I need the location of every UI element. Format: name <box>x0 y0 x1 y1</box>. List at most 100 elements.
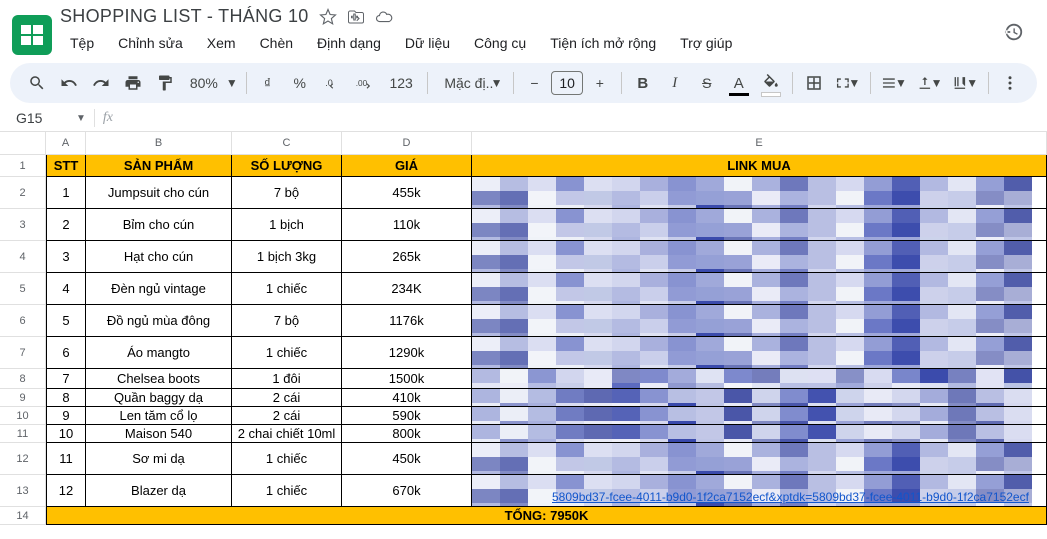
row-header[interactable]: 6 <box>0 305 46 337</box>
row-header[interactable]: 2 <box>0 177 46 209</box>
cell[interactable]: TỔNG: 7950K <box>46 507 1047 525</box>
cell[interactable]: 1 đôi <box>232 369 342 389</box>
font-size-increase[interactable]: + <box>585 68 615 98</box>
menu-xem[interactable]: Xem <box>197 31 246 55</box>
cell[interactable]: Đồ ngủ mùa đông <box>86 305 232 337</box>
select-all-corner[interactable] <box>0 132 46 154</box>
column-header[interactable]: B <box>86 132 232 154</box>
cell[interactable]: 8 <box>46 389 86 407</box>
cell[interactable]: Quần baggy dạ <box>86 389 232 407</box>
search-menus-icon[interactable] <box>22 68 52 98</box>
currency-button[interactable]: ₫ <box>252 68 282 98</box>
font-size-decrease[interactable]: − <box>519 68 549 98</box>
cell[interactable]: 12 <box>46 475 86 507</box>
cloud-status-icon[interactable] <box>375 8 393 26</box>
cell[interactable] <box>472 241 1047 273</box>
cell[interactable]: SỐ LƯỢNG <box>232 155 342 177</box>
cell[interactable]: 7 bộ <box>232 305 342 337</box>
cell[interactable]: 590k <box>342 407 472 425</box>
cell[interactable]: 2 chai chiết 10ml <box>232 425 342 443</box>
column-header[interactable]: A <box>46 132 86 154</box>
history-button[interactable] <box>993 12 1033 52</box>
sheets-logo[interactable] <box>12 15 52 55</box>
row-header[interactable]: 10 <box>0 407 46 425</box>
name-box[interactable]: G15 <box>8 110 68 126</box>
name-box-dropdown-icon[interactable]: ▼ <box>76 113 86 124</box>
cell[interactable]: 4 <box>46 273 86 305</box>
italic-button[interactable]: I <box>660 68 690 98</box>
cell[interactable] <box>472 209 1047 241</box>
cell[interactable]: 1500k <box>342 369 472 389</box>
text-wrap-button[interactable]: ▼ <box>948 68 982 98</box>
move-folder-icon[interactable] <box>347 8 365 26</box>
cell[interactable]: Hạt cho cún <box>86 241 232 273</box>
horizontal-align-button[interactable]: ▼ <box>877 68 911 98</box>
cell[interactable]: GIÁ <box>342 155 472 177</box>
row-header[interactable]: 3 <box>0 209 46 241</box>
cell[interactable]: 1 chiếc <box>232 443 342 475</box>
cell[interactable]: STT <box>46 155 86 177</box>
bold-button[interactable]: B <box>628 68 658 98</box>
row-header[interactable]: 14 <box>0 507 46 525</box>
menu-trợ-giúp[interactable]: Trợ giúp <box>670 31 742 55</box>
row-header[interactable]: 9 <box>0 389 46 407</box>
row-header[interactable]: 8 <box>0 369 46 389</box>
cell[interactable]: 800k <box>342 425 472 443</box>
cell[interactable] <box>472 407 1047 425</box>
cell[interactable]: LINK MUA <box>472 155 1047 177</box>
cell[interactable]: Áo mangto <box>86 337 232 369</box>
cell[interactable]: 1 chiếc <box>232 273 342 305</box>
cell[interactable]: 234K <box>342 273 472 305</box>
cell[interactable]: Blazer dạ <box>86 475 232 507</box>
menu-tệp[interactable]: Tệp <box>60 31 104 55</box>
cell[interactable]: Chelsea boots <box>86 369 232 389</box>
cell[interactable]: 1 chiếc <box>232 475 342 507</box>
redo-icon[interactable] <box>86 68 116 98</box>
cell[interactable]: Sơ mi dạ <box>86 443 232 475</box>
vertical-align-button[interactable]: ▼ <box>913 68 947 98</box>
row-header[interactable]: 11 <box>0 425 46 443</box>
decrease-decimal-icon[interactable]: .0 <box>317 68 347 98</box>
column-header[interactable]: D <box>342 132 472 154</box>
row-header[interactable]: 1 <box>0 155 46 177</box>
cell[interactable]: 1176k <box>342 305 472 337</box>
cell[interactable]: Đèn ngủ vintage <box>86 273 232 305</box>
menu-công-cụ[interactable]: Công cụ <box>464 31 536 55</box>
cell[interactable]: 410k <box>342 389 472 407</box>
cell[interactable]: 7 bộ <box>232 177 342 209</box>
cell[interactable]: 7 <box>46 369 86 389</box>
undo-icon[interactable] <box>54 68 84 98</box>
cell[interactable]: Jumpsuit cho cún <box>86 177 232 209</box>
cell[interactable]: SẢN PHẨM <box>86 155 232 177</box>
cell[interactable]: 265k <box>342 241 472 273</box>
text-color-button[interactable]: A <box>724 68 754 98</box>
cell[interactable]: 5 <box>46 305 86 337</box>
strikethrough-button[interactable]: S <box>692 68 722 98</box>
row-header[interactable]: 5 <box>0 273 46 305</box>
zoom-select[interactable]: 80%▼ <box>182 68 240 98</box>
cell[interactable]: 670k <box>342 475 472 507</box>
paint-format-icon[interactable] <box>150 68 180 98</box>
row-header[interactable]: 4 <box>0 241 46 273</box>
cell[interactable]: 11 <box>46 443 86 475</box>
menu-chèn[interactable]: Chèn <box>250 31 303 55</box>
fill-color-button[interactable] <box>756 68 786 98</box>
more-formats-button[interactable]: 123 <box>381 68 421 98</box>
row-header[interactable]: 13 <box>0 475 46 507</box>
cell[interactable]: Maison 540 <box>86 425 232 443</box>
font-select[interactable]: Mặc đị...▼ <box>434 68 506 98</box>
cell[interactable] <box>472 369 1047 389</box>
row-header[interactable]: 12 <box>0 443 46 475</box>
cell[interactable] <box>472 389 1047 407</box>
cell[interactable]: 10 <box>46 425 86 443</box>
cell[interactable]: 2 cái <box>232 407 342 425</box>
star-icon[interactable] <box>319 8 337 26</box>
menu-dữ-liệu[interactable]: Dữ liệu <box>395 31 460 55</box>
cell[interactable] <box>472 425 1047 443</box>
cell[interactable]: 3 <box>46 241 86 273</box>
cell[interactable]: 450k <box>342 443 472 475</box>
cell[interactable]: 1 bịch 3kg <box>232 241 342 273</box>
cell[interactable]: 455k <box>342 177 472 209</box>
cell[interactable] <box>472 337 1047 369</box>
font-size-input[interactable]: 10 <box>551 71 582 95</box>
